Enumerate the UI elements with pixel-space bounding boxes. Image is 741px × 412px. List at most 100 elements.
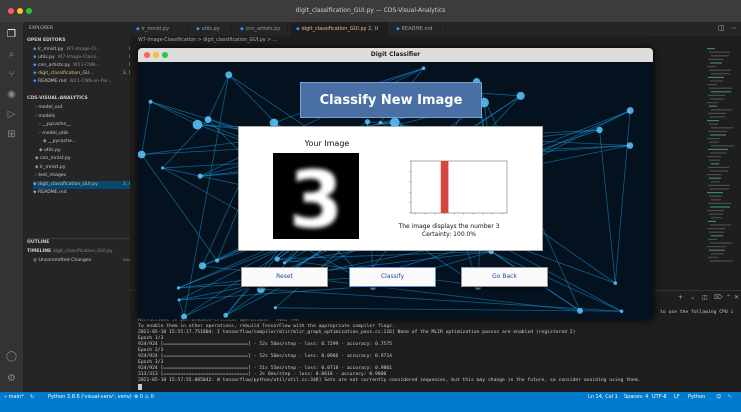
explorer-icon[interactable]: ❐ [5, 28, 18, 41]
encoding[interactable]: UTF-8 [652, 392, 667, 402]
tree-item[interactable]: › model_out• [35, 104, 130, 112]
maximize-panel-icon[interactable]: ⌃ [726, 294, 731, 301]
network-node [626, 142, 634, 149]
bar-3 [440, 161, 449, 213]
editor-tab[interactable]: ◆ README.md [390, 22, 446, 36]
tree-item[interactable]: › models• [35, 113, 130, 121]
tree-item[interactable]: › test_images• [35, 172, 130, 180]
terminal-line: 2021-05-10 15:55:17.751804: I tensorflow… [138, 330, 576, 335]
problems-indicator[interactable]: ⊗ 0 ⚠ 0 [134, 392, 154, 402]
language-mode[interactable]: Python [688, 392, 705, 402]
account-icon[interactable]: ◯ [5, 350, 18, 363]
editor-tab[interactable]: ◆ cnn_artists.py [234, 22, 288, 36]
close-panel-icon[interactable]: ✕ [734, 294, 739, 301]
tree-item-name: README.md [38, 190, 67, 195]
chevron-down-icon[interactable]: ⌄ [690, 294, 695, 301]
python-icon[interactable]: ◉ [5, 88, 18, 101]
split-editor-icon[interactable]: ◫ [718, 24, 725, 32]
minimap-line [709, 123, 718, 125]
project-header[interactable]: CDS-VISUAL-ANALYTICS [27, 95, 130, 103]
tree-item[interactable]: › model_utils• [39, 130, 130, 138]
minimap-line [707, 210, 724, 212]
tree-item[interactable]: › __pycache__• [39, 121, 130, 129]
end-of-line[interactable]: LF [674, 392, 680, 402]
network-node [215, 258, 220, 263]
run-debug-icon[interactable]: ▷ [5, 108, 18, 121]
tree-item[interactable]: ◆ digit_classification_GUI.py3, U [33, 180, 130, 189]
tree-item[interactable]: ◆ lr_mnist.pyU [35, 164, 130, 172]
minimap-line [708, 166, 729, 168]
tree-item[interactable]: ◆ README.md [33, 189, 130, 197]
network-node [364, 119, 371, 125]
kill-terminal-icon[interactable]: ⌦ [714, 294, 722, 301]
open-editor-item[interactable]: ◆ cnn_artists.pyW11-CNN-...U [33, 62, 130, 70]
breadcrumb[interactable]: W7-Image-Classification > digit_classifi… [130, 36, 741, 46]
cursor-position[interactable]: Ln 14, Col 1 [588, 392, 618, 402]
source-control-icon[interactable]: ⑂ [5, 68, 18, 81]
app-close-button[interactable] [144, 52, 150, 58]
minimap-line [707, 156, 721, 158]
minimap-line [710, 242, 732, 244]
network-node [177, 298, 181, 302]
tree-item-name: cnn_mnist.py [40, 156, 71, 161]
reset-button[interactable]: Reset [241, 267, 328, 287]
indentation[interactable]: Spaces: 4 [624, 392, 648, 402]
split-terminal-icon[interactable]: ◫ [702, 294, 708, 301]
minimap-line [707, 192, 723, 194]
minimap-line [711, 109, 732, 111]
open-editor-item[interactable]: ◆ utils.pyW7-Image-Classi...U [33, 54, 130, 62]
tab-label: lr_mnist.py [141, 26, 170, 32]
minimize-window-button[interactable] [17, 8, 23, 14]
tree-item-mark: 3, U [122, 181, 130, 187]
branch-indicator[interactable]: ⑂ main* [4, 392, 24, 402]
python-interpreter[interactable]: Python 3.8.6 ('visual-venv': venv) [48, 392, 132, 402]
close-window-button[interactable] [8, 8, 14, 14]
app-minimize-button[interactable] [153, 52, 159, 58]
editor-tab[interactable]: ◆ digit_classification_GUI.py 2, U [290, 22, 388, 36]
minimap-line [709, 141, 719, 143]
new-terminal-icon[interactable]: + [678, 294, 683, 301]
minimap-line [711, 235, 723, 237]
more-actions-icon[interactable]: ⋯ [730, 24, 737, 32]
tree-item-name: utils.py [44, 147, 61, 153]
editor-tab[interactable]: ◆ lr_mnist.py [130, 22, 188, 36]
feedback-icon[interactable]: ☺ [716, 392, 721, 402]
timeline-entry[interactable]: ◎ Uncommitted Changes now [33, 257, 130, 265]
tab-label: README.md [401, 26, 433, 32]
go-back-button[interactable]: Go Back [461, 267, 548, 287]
tree-item[interactable]: ◆ cnn_mnist.pyU [35, 155, 130, 163]
classify-heading: Classify New Image [300, 82, 482, 118]
open-editor-item[interactable]: ◆ lr_mnist.pyW7-Image-Cl...U [33, 46, 130, 54]
minimap-line [711, 217, 722, 219]
maximize-window-button[interactable] [26, 8, 32, 14]
tree-item[interactable]: ◆ __pycache... [43, 138, 130, 146]
sync-icon[interactable]: ↻ [30, 392, 34, 402]
notifications-bell-icon[interactable]: ␇ [728, 392, 732, 402]
open-editor-item[interactable]: ◆ digit_classification_GU...3, U [33, 70, 130, 78]
network-node [619, 309, 624, 313]
open-editor-name: digit_classification_GU... [38, 71, 94, 76]
timeline-header[interactable]: TIMELINE digit_classification_GUI.py [27, 248, 130, 256]
open-editors-header[interactable]: OPEN EDITORS [27, 37, 130, 45]
terminal-right-note: to use the following CPU i [660, 310, 734, 315]
tree-item-name: models [38, 113, 56, 119]
minimap-line [709, 51, 730, 53]
tree-item-name: __pycache... [48, 139, 77, 144]
network-node [626, 107, 634, 115]
manage-gear-icon[interactable]: ⚙ [5, 372, 18, 385]
window-title: digit_classification_GUI.py — CDS-Visual… [295, 7, 446, 14]
editor-tab[interactable]: ◆ utils.py [190, 22, 232, 36]
status-bar: ⑂ main* ↻ Python 3.8.6 ('visual-venv': v… [0, 392, 741, 412]
outline-header[interactable]: OUTLINE [27, 238, 130, 246]
search-icon[interactable]: ⌕ [5, 48, 18, 61]
open-editor-item[interactable]: ◆ README.md W11-CNN-on-Pai... [33, 78, 130, 86]
minimap[interactable] [705, 46, 735, 290]
minimap-line [707, 228, 725, 230]
network-node [282, 261, 287, 265]
app-maximize-button[interactable] [162, 52, 168, 58]
tree-item[interactable]: ◆ utils.pyU [39, 147, 130, 155]
minimap-line [709, 87, 732, 89]
git-commit-icon: ◎ [33, 258, 38, 263]
extensions-icon[interactable]: ⊞ [5, 128, 18, 141]
classify-button[interactable]: Classify [349, 267, 436, 287]
